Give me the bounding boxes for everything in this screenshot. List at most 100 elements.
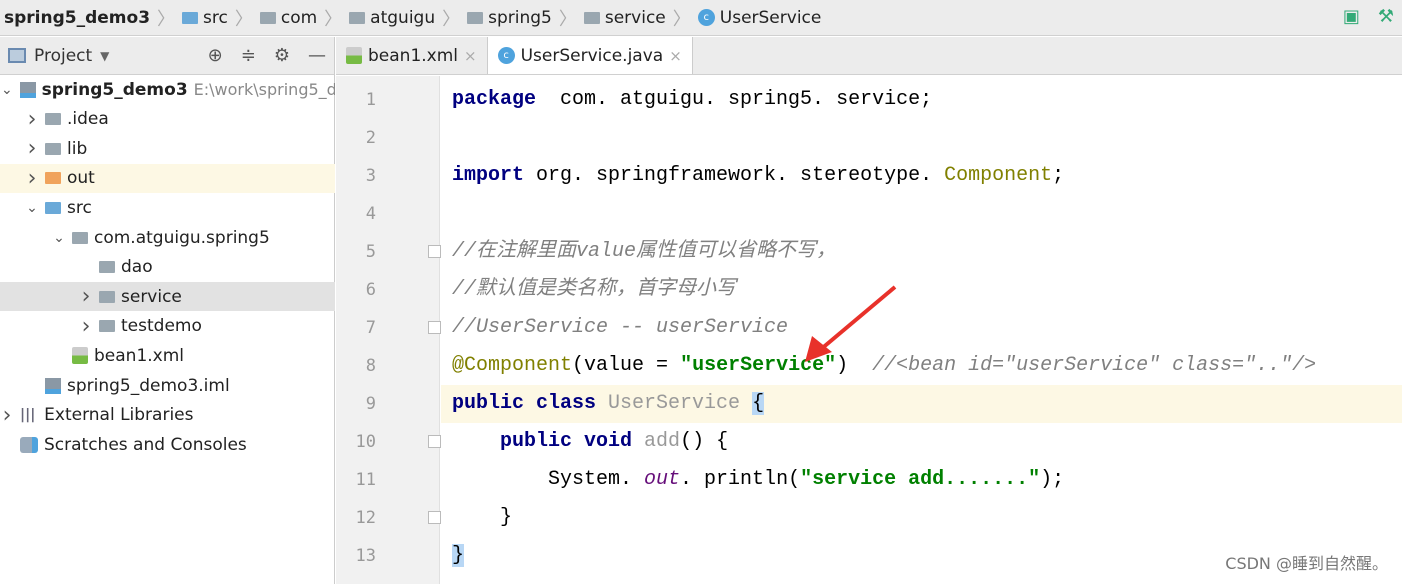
tree-item[interactable]: ⌄ src (0, 193, 335, 222)
breadcrumb-item[interactable]: service (583, 7, 666, 28)
chevron-down-icon: ⌄ (26, 199, 38, 216)
tree-item-label: Scratches and Consoles (44, 434, 247, 455)
code-token: @Component (452, 354, 573, 377)
tree-item[interactable]: › .idea (0, 105, 335, 134)
code-line: //默认值是类名称，首字母小写 (441, 271, 1402, 309)
editor-tabs: bean1.xml × c UserService.java × (336, 37, 1402, 75)
line-number: 9 (365, 394, 376, 414)
package-icon (99, 290, 115, 303)
breadcrumb-label: spring5 (488, 7, 552, 28)
watermark: CSDN @睡到自然醒。 (1225, 554, 1388, 573)
code-token: //在注解里面value属性值可以省略不写， (452, 240, 837, 263)
tree-item[interactable]: ⌄ spring5_demo3 E:\work\spring5_d (0, 75, 335, 104)
package-icon (72, 231, 88, 244)
tree-item[interactable]: dao (0, 253, 335, 282)
fold-marker-icon[interactable] (428, 435, 441, 448)
tab-label: UserService.java (520, 45, 664, 66)
code-token: public class (452, 392, 609, 415)
gear-icon[interactable]: ⚙ (274, 45, 290, 66)
tree-item[interactable]: › lib (0, 134, 335, 163)
breadcrumb-item[interactable]: c UserService (697, 8, 821, 28)
tree-item-label: External Libraries (44, 405, 194, 426)
code-editor[interactable]: package com. atguigu. spring5. service; i… (441, 76, 1402, 584)
fold-marker-icon[interactable] (428, 245, 441, 258)
folder-blue-icon (45, 201, 61, 214)
code-line: //在注解里面value属性值可以省略不写， (441, 233, 1402, 271)
build-hammer-icon[interactable]: ⚒ (1378, 6, 1394, 27)
locate-icon[interactable]: ⊕ (208, 45, 223, 66)
module-icon (19, 81, 36, 98)
tree-item[interactable]: bean1.xml (0, 341, 335, 370)
code-token: System. (452, 468, 645, 491)
tree-item[interactable]: ⌄ com.atguigu.spring5 (0, 223, 335, 252)
breadcrumb-label: spring5_demo3 (4, 7, 151, 28)
tree-item[interactable]: › out (0, 163, 335, 193)
folder-icon (259, 11, 276, 24)
fold-marker-icon[interactable] (428, 511, 441, 524)
chevron-right-icon: › (27, 106, 37, 132)
tree-item-label: lib (67, 138, 88, 159)
line-number: 13 (355, 546, 376, 566)
close-icon[interactable]: × (464, 47, 477, 65)
code-line: import org. springframework. stereotype.… (441, 157, 1402, 195)
project-view-selector[interactable]: Project (34, 46, 92, 66)
package-icon (99, 320, 115, 333)
line-number: 3 (365, 166, 376, 186)
chevron-right-icon: 〉 (157, 8, 176, 30)
tree-item-path: E:\work\spring5_d (193, 80, 335, 99)
chevron-right-icon: 〉 (558, 8, 577, 30)
tree-item[interactable]: › service (0, 282, 335, 312)
code-line: public void add() { (441, 423, 1402, 461)
tree-item-label: spring5_demo3 (41, 79, 188, 100)
breadcrumb-item[interactable]: atguigu (349, 8, 435, 28)
tree-item[interactable]: › testdemo (0, 312, 335, 341)
code-token: } (452, 544, 465, 567)
tree-item[interactable]: spring5_demo3.iml (0, 371, 335, 400)
navigation-bar: spring5_demo3 〉 src 〉 com 〉 atguigu 〉 spring5 〉 se… (0, 0, 1402, 36)
code-token: Component (944, 164, 1053, 187)
xml-file-icon (346, 47, 362, 64)
tree-item[interactable]: › ||| External Libraries (0, 401, 335, 430)
collapse-all-icon[interactable]: ≑ (241, 45, 256, 66)
code-token: "userService" (680, 354, 837, 377)
breadcrumb-item[interactable]: spring5 (467, 8, 552, 28)
code-token: UserService (608, 392, 753, 415)
code-token: { (752, 392, 765, 415)
breadcrumb-item[interactable]: src (182, 8, 228, 28)
editor-gutter: 1 2 3 4 5 6 7 8 9 10 11 12 13 (336, 76, 441, 584)
folder-icon (45, 113, 61, 126)
code-token: () { (680, 430, 729, 453)
tree-item-label: com.atguigu.spring5 (94, 227, 270, 248)
project-panel: Project ▼ ⊕ ≑ ⚙ — ⌄ spring5_demo3 E:\work\spri… (0, 37, 335, 584)
tab-bean1-xml[interactable]: bean1.xml × (336, 37, 488, 74)
code-token: //UserService -- userService (452, 316, 789, 339)
chevron-down-icon[interactable]: ▼ (100, 49, 109, 63)
code-token: ); (1040, 468, 1065, 491)
breadcrumb-item[interactable]: com (259, 8, 317, 28)
code-token: public void (500, 430, 645, 453)
chevron-down-icon: ⌄ (1, 81, 13, 98)
fold-marker-icon[interactable] (428, 321, 441, 334)
chevron-right-icon: › (81, 313, 91, 339)
libraries-icon: ||| (20, 407, 39, 424)
close-icon[interactable]: × (669, 47, 682, 65)
breadcrumb-item[interactable]: spring5_demo3 (4, 8, 150, 28)
run-config-icon[interactable]: ▣ (1343, 6, 1360, 27)
xml-file-icon (72, 347, 88, 365)
line-number: 11 (355, 470, 376, 490)
tree-item[interactable]: Scratches and Consoles (0, 430, 335, 459)
chevron-right-icon: › (27, 136, 37, 162)
iml-icon (45, 377, 61, 394)
chevron-right-icon: 〉 (234, 8, 253, 30)
minimize-icon[interactable]: — (308, 45, 326, 66)
package-icon (99, 261, 115, 274)
breadcrumb-label: service (604, 7, 666, 28)
code-token: import (452, 164, 525, 187)
tab-userservice-java[interactable]: c UserService.java × (487, 37, 693, 74)
chevron-right-icon: 〉 (324, 8, 343, 30)
code-line: public class UserService { (441, 385, 1402, 423)
tree-item-label: service (121, 286, 182, 307)
line-number: 4 (365, 204, 376, 224)
line-number: 1 (365, 90, 376, 110)
